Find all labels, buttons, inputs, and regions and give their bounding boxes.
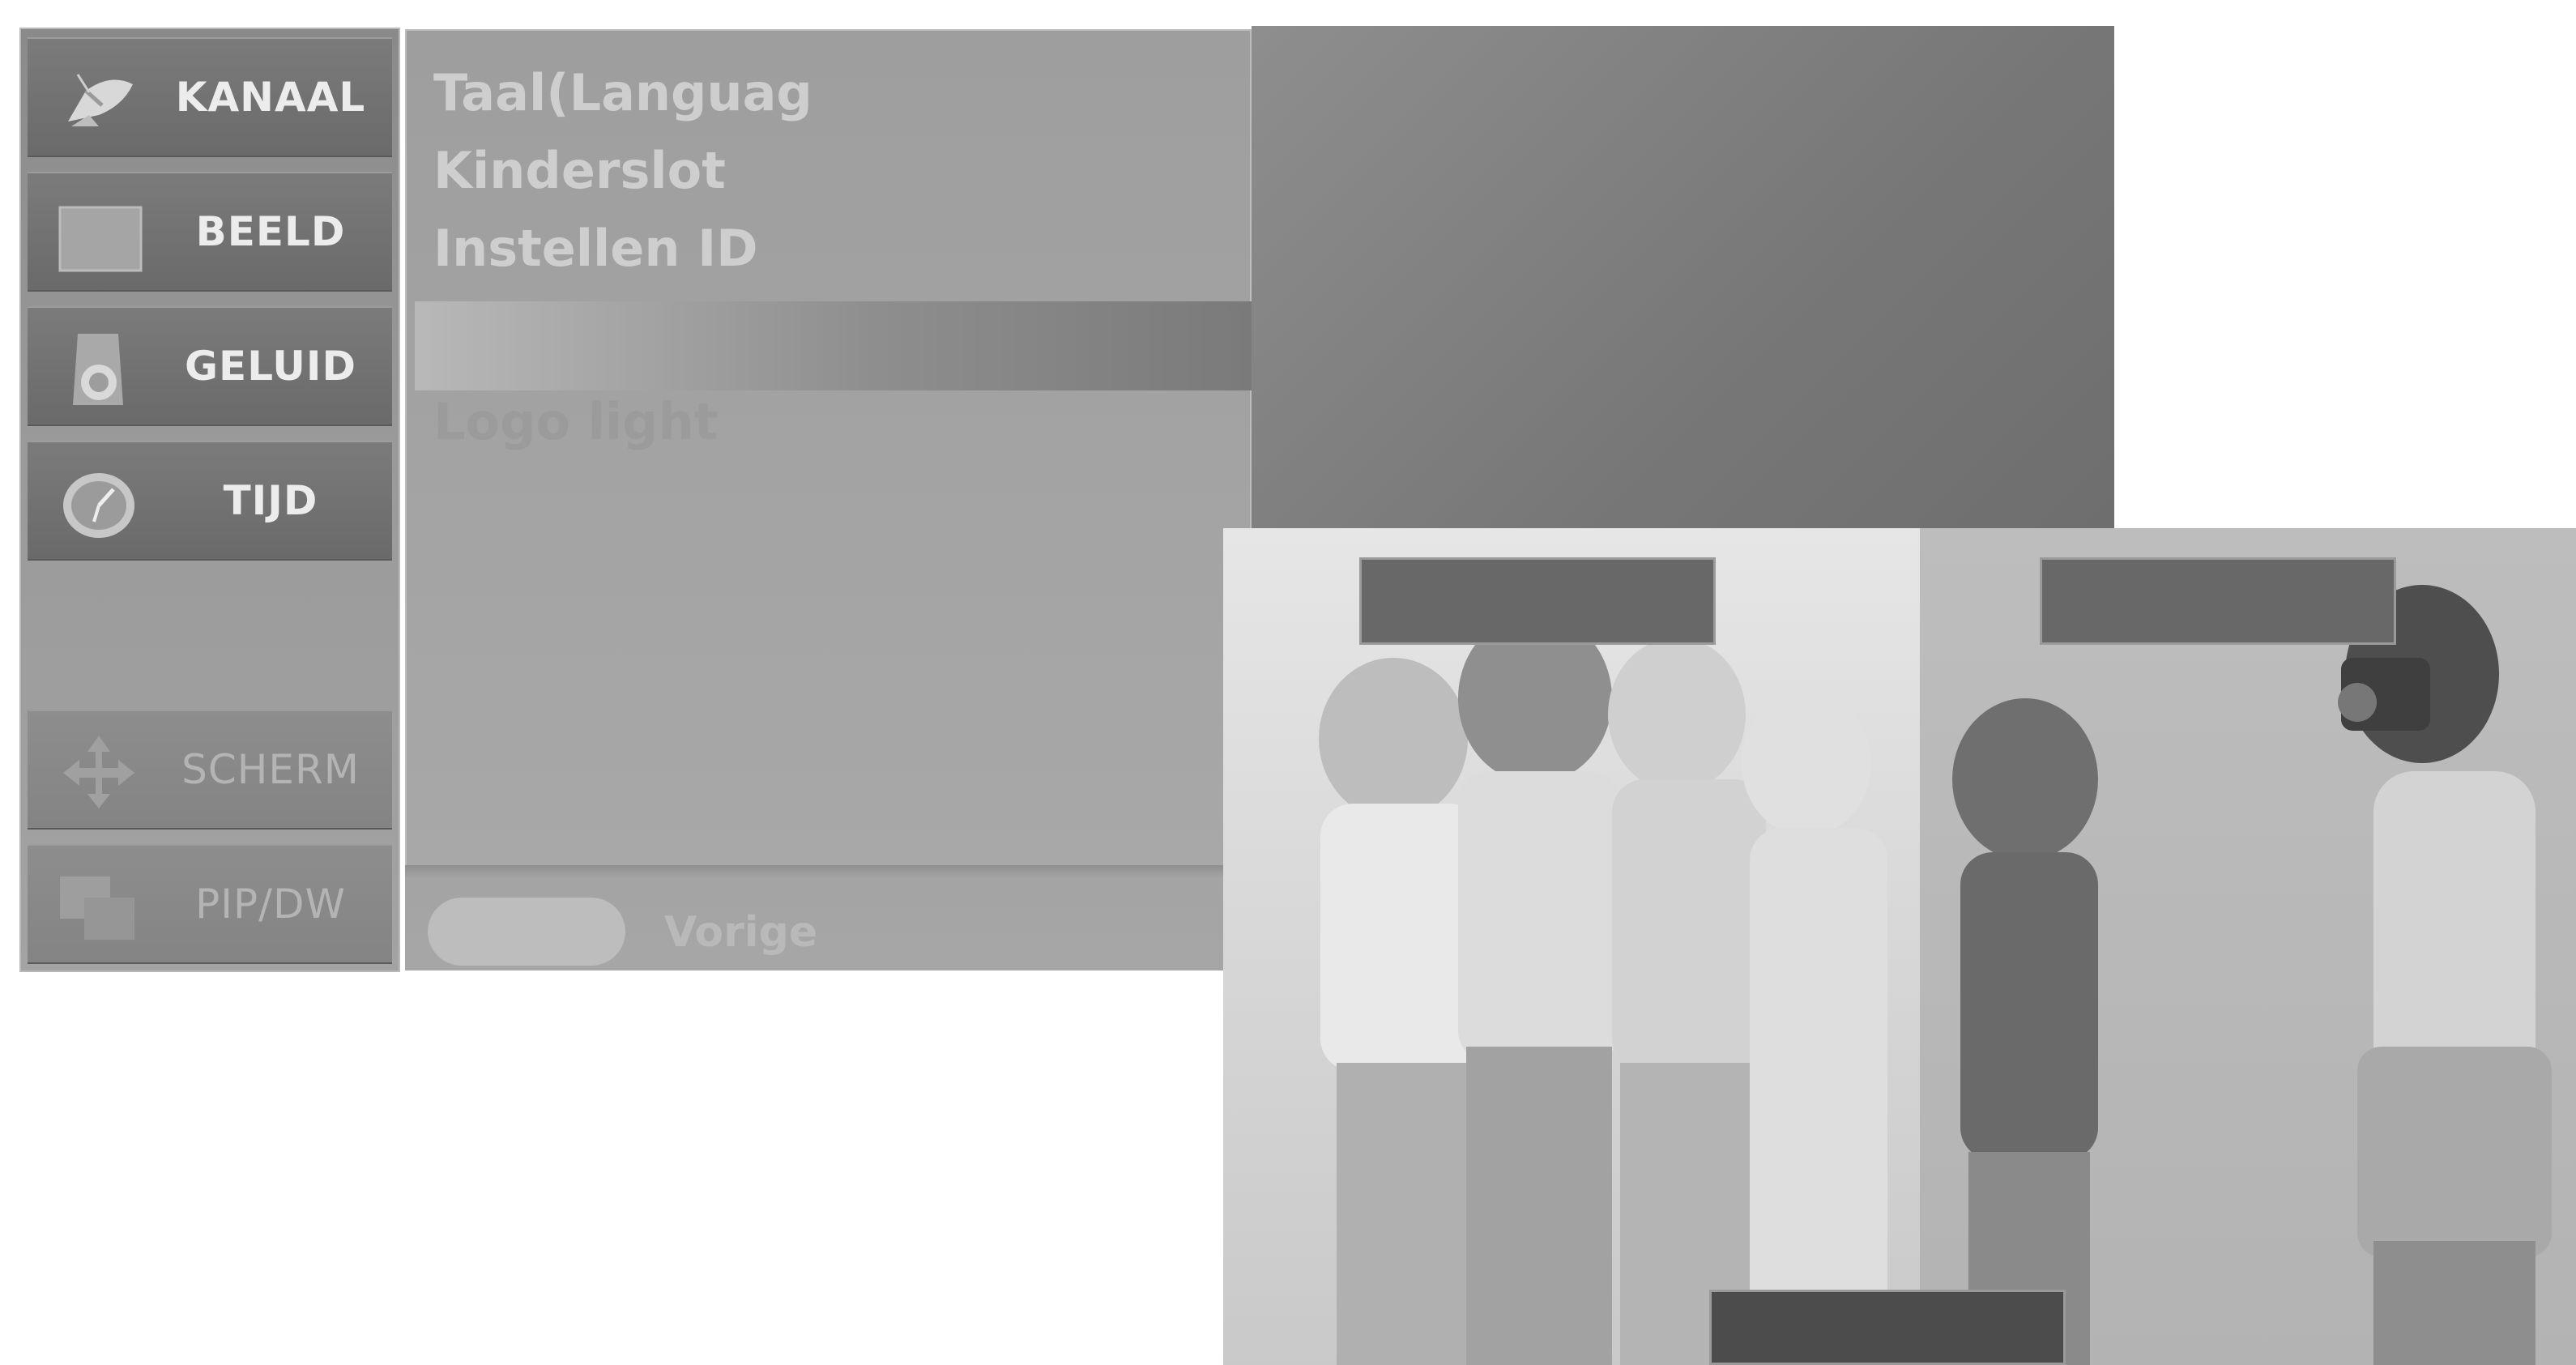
- menu-item-geluid[interactable]: GELUID: [28, 306, 392, 426]
- category-menu: KANAAL BEELD GELUID TIJD SCHERM PIP/DW: [19, 28, 400, 972]
- children-photo-illustration: [1319, 613, 1887, 1365]
- submenu-item-language[interactable]: Taal(Languag: [433, 63, 812, 122]
- submenu-item-selected-highlight[interactable]: [415, 301, 1252, 390]
- menu-item-label: KANAAL: [175, 74, 366, 121]
- submenu-item-set-id[interactable]: Instellen ID: [433, 219, 758, 278]
- menu-item-label: PIP/DW: [195, 881, 346, 928]
- tv-picture-photo: [1223, 528, 2576, 1365]
- speaker-icon: [73, 334, 123, 405]
- submenu-footer: Vorige: [405, 865, 1252, 970]
- photographer-illustration: [1952, 585, 2552, 1365]
- menu-item-label: GELUID: [185, 343, 356, 390]
- menu-item-label: TIJD: [223, 477, 318, 524]
- sub-picture-label-bar: [2040, 557, 2396, 645]
- menu-item-label: BEELD: [195, 208, 346, 255]
- move-arrows-icon: [63, 736, 134, 808]
- picture-square-icon: [58, 206, 143, 272]
- menu-item-label: SCHERM: [181, 746, 360, 793]
- menu-item-tijd[interactable]: TIJD: [28, 441, 392, 561]
- main-picture-label-bar: [1359, 557, 1716, 645]
- submenu-item-logo-light[interactable]: Logo light: [433, 392, 718, 451]
- menu-item-kanaal[interactable]: KANAAL: [28, 37, 392, 157]
- satellite-dish-icon: [68, 74, 133, 126]
- menu-item-pip-dw[interactable]: PIP/DW: [28, 844, 392, 964]
- menu-item-scherm[interactable]: SCHERM: [28, 710, 392, 830]
- pip-windows-icon: [60, 877, 134, 940]
- submenu-panel: Taal(Languag Kinderslot Instellen ID Log…: [405, 29, 1252, 970]
- menu-item-beeld[interactable]: BEELD: [28, 172, 392, 292]
- sub-picture: [1920, 528, 2576, 1365]
- clock-icon: [63, 473, 134, 538]
- main-picture: [1223, 528, 1920, 1365]
- prev-button[interactable]: [428, 898, 625, 966]
- submenu-item-child-lock[interactable]: Kinderslot: [433, 141, 726, 200]
- prev-label: Vorige: [664, 908, 818, 957]
- background-gradient-area: [1252, 26, 2114, 528]
- bottom-label-bar: [1709, 1290, 2066, 1365]
